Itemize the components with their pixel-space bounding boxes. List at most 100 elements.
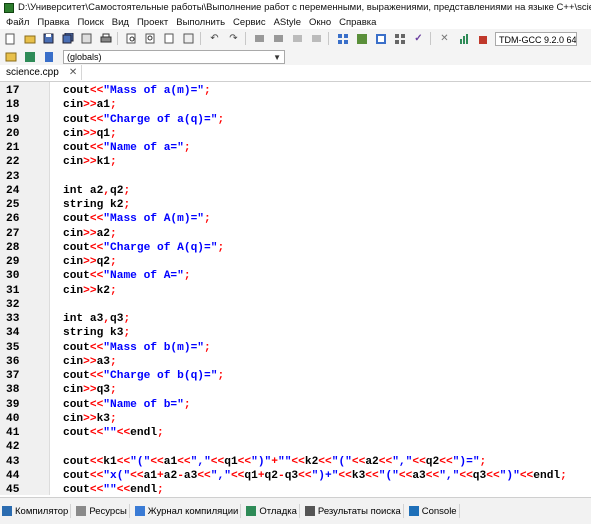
save-all-icon[interactable] <box>61 32 74 45</box>
code-token: << <box>237 455 252 468</box>
print-icon[interactable] <box>99 32 112 45</box>
syntax-check-icon[interactable]: ✓ <box>412 32 425 45</box>
menu-view[interactable]: Вид <box>112 17 129 28</box>
bottom-tab-label: Отладка <box>259 505 297 517</box>
code-token: cin <box>63 412 84 425</box>
code-token: ; <box>123 313 131 325</box>
rebuild-icon[interactable] <box>393 32 406 45</box>
run-icon[interactable] <box>355 32 368 45</box>
compile-run-icon[interactable] <box>374 32 387 45</box>
redo-icon[interactable]: ↷ <box>227 32 240 45</box>
bottom-tab[interactable]: Ресурсы <box>74 504 130 518</box>
close-file-icon[interactable] <box>80 32 93 45</box>
line-number: 30 <box>6 270 20 283</box>
goto-line-icon[interactable] <box>182 32 195 45</box>
indent-left-icon[interactable] <box>253 32 266 45</box>
code-token: a2 <box>96 227 111 240</box>
resources-icon <box>76 506 87 516</box>
menu-tools[interactable]: Сервис <box>233 17 266 28</box>
undo-icon[interactable]: ↶ <box>208 32 221 45</box>
replace-icon[interactable] <box>144 32 157 45</box>
menu-edit[interactable]: Правка <box>37 17 69 28</box>
menu-file[interactable]: Файл <box>6 17 29 28</box>
code-token: "(" <box>331 455 352 468</box>
find-next-icon[interactable] <box>163 32 176 45</box>
code-token: q1 <box>96 127 111 140</box>
code-token: ; <box>204 213 211 226</box>
code-token: << <box>177 455 191 468</box>
code-token: endl <box>130 484 158 495</box>
code-token: + <box>271 455 278 468</box>
compiler-select[interactable]: TDM-GCC 9.2.0 64-bit R <box>495 31 577 46</box>
code-text: string k2; <box>63 198 130 212</box>
close-icon[interactable]: ✕ <box>69 67 77 78</box>
line-number: 19 <box>6 113 20 126</box>
code-token: a2 <box>365 455 379 468</box>
remove-from-project-icon[interactable] <box>42 50 55 63</box>
indent-right-icon[interactable] <box>272 32 285 45</box>
compile-icon[interactable] <box>336 32 349 45</box>
code-line: 34 string k3; <box>0 326 591 340</box>
code-token: q1 <box>224 455 238 468</box>
bottom-tab[interactable]: Console <box>407 504 460 518</box>
scope-select[interactable]: (globals) ▼ <box>63 49 285 64</box>
code-token: << <box>89 370 104 382</box>
code-token: >> <box>83 355 97 368</box>
code-token: ; <box>183 398 191 411</box>
scope-select-value: (globals) <box>67 51 102 62</box>
menu-project[interactable]: Проект <box>137 17 168 28</box>
bookmark-icon[interactable] <box>310 32 323 45</box>
menu-help[interactable]: Справка <box>339 17 376 28</box>
bottom-tab[interactable]: Результаты поиска <box>303 504 404 518</box>
code-line: 31 cin>>k2; <box>0 284 591 298</box>
code-token: >> <box>83 256 97 268</box>
menu-execute[interactable]: Выполнить <box>176 17 225 28</box>
code-token: ; <box>157 484 164 495</box>
menu-search[interactable]: Поиск <box>77 17 103 28</box>
code-token: ; <box>110 156 117 169</box>
code-token: cin <box>63 256 84 268</box>
code-line: 24 int a2,q2; <box>0 184 591 198</box>
code-token: cout <box>63 270 90 283</box>
line-number: 22 <box>6 156 20 169</box>
code-text: cout<<"Name of b="; <box>63 398 191 412</box>
menu-window[interactable]: Окно <box>309 17 331 28</box>
tab-science-cpp[interactable]: science.cpp ✕ <box>2 65 83 80</box>
code-text: int a3,q3; <box>63 312 130 326</box>
code-text: cin>>a2; <box>63 227 117 241</box>
code-line: 30 cout<<"Name of A="; <box>0 269 591 283</box>
line-number: 45 <box>6 484 20 495</box>
code-text: cin>>k3; <box>63 412 117 426</box>
code-token: q2 <box>425 455 440 468</box>
new-file-icon[interactable] <box>4 32 17 45</box>
add-to-project-icon[interactable] <box>23 50 36 63</box>
profile-icon[interactable] <box>457 32 470 45</box>
code-token: << <box>197 469 211 482</box>
code-token: >> <box>83 412 97 425</box>
stop-execution-icon[interactable]: ✕ <box>438 32 451 45</box>
code-token: ; <box>204 85 211 97</box>
code-token: ; <box>479 455 487 468</box>
code-token: cout <box>63 241 90 254</box>
open-file-icon[interactable] <box>23 32 36 45</box>
line-number: 44 <box>6 469 20 482</box>
code-editor[interactable]: 17 cout<<"Mass of a(m)="; 18 cin>>a1; 19 cout… <box>0 82 591 495</box>
code-line: 29 cin>>q2; <box>0 255 591 269</box>
code-token: "," <box>190 455 211 468</box>
save-icon[interactable] <box>42 32 55 45</box>
line-number: 17 <box>6 85 20 97</box>
bottom-tab[interactable]: Отладка <box>244 504 300 518</box>
code-token: << <box>459 469 473 482</box>
toggle-comment-icon[interactable] <box>291 32 304 45</box>
menu-astyle[interactable]: AStyle <box>274 17 301 28</box>
bottom-tab[interactable]: Компилятор <box>0 504 72 518</box>
new-project-icon[interactable] <box>4 50 17 63</box>
code-token: cin <box>63 384 84 397</box>
bottom-tab[interactable]: Журнал компиляции <box>133 504 242 518</box>
app-icon <box>4 2 14 13</box>
code-line: 45 cout<<""<<endl; <box>0 483 591 495</box>
find-icon[interactable] <box>125 32 138 45</box>
code-token: endl <box>533 469 561 482</box>
debug-icon <box>246 506 257 516</box>
debug-run-icon[interactable] <box>476 32 489 45</box>
